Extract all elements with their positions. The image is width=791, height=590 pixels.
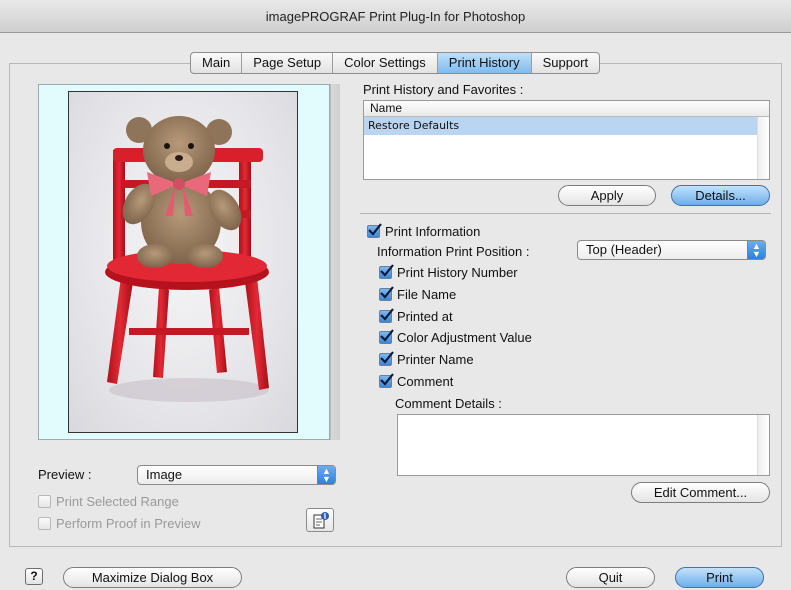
checkbox-box	[379, 264, 394, 279]
tab-color-settings[interactable]: Color Settings	[333, 53, 438, 73]
quit-button[interactable]: Quit	[566, 567, 655, 588]
history-column-name[interactable]: Name	[364, 101, 769, 117]
apply-button[interactable]: Apply	[558, 185, 656, 206]
details-button[interactable]: Details...	[671, 185, 770, 206]
option-label: Printer Name	[397, 352, 474, 367]
checkmark-icon	[380, 308, 394, 321]
preview-image	[68, 91, 298, 433]
checkmark-icon	[380, 264, 394, 277]
perform-proof-label: Perform Proof in Preview	[56, 516, 201, 531]
tab-support[interactable]: Support	[532, 53, 600, 73]
maximize-dialog-button[interactable]: Maximize Dialog Box	[63, 567, 242, 588]
preview-mode-select[interactable]: Image ▲ ▼	[137, 465, 336, 485]
history-row[interactable]: Restore Defaults	[364, 117, 769, 135]
checkbox-box	[367, 223, 382, 238]
history-scrollbar[interactable]	[757, 117, 769, 179]
print-info-preview-button[interactable]: i	[306, 508, 334, 532]
tab-bar: Main Page Setup Color Settings Print His…	[190, 52, 601, 74]
comment-details-field[interactable]	[397, 414, 770, 476]
checkmark-icon	[380, 351, 394, 364]
window-title: imagePROGRAF Print Plug-In for Photoshop	[0, 0, 791, 33]
position-value: Top (Header)	[586, 242, 662, 257]
document-info-icon: i	[313, 512, 329, 529]
history-list[interactable]: Name Restore Defaults	[363, 100, 770, 180]
option-printer-name[interactable]: Printer Name	[379, 351, 474, 367]
position-select[interactable]: Top (Header) ▲ ▼	[577, 240, 766, 260]
option-label: Print History Number	[397, 265, 518, 280]
print-selected-range-label: Print Selected Range	[56, 494, 179, 509]
select-arrows-icon: ▲ ▼	[317, 466, 335, 484]
preview-scroll-edge	[330, 84, 340, 440]
option-printed-at[interactable]: Printed at	[379, 308, 453, 324]
option-color-adjustment-value[interactable]: Color Adjustment Value	[379, 329, 532, 345]
checkmark-icon	[380, 329, 394, 342]
preview-mode-value: Image	[146, 467, 183, 482]
option-label: Printed at	[397, 309, 453, 324]
edit-comment-button[interactable]: Edit Comment...	[631, 482, 770, 503]
option-comment[interactable]: Comment	[379, 373, 454, 389]
print-information-label: Print Information	[385, 224, 481, 239]
option-label: Color Adjustment Value	[397, 330, 532, 345]
checkbox-box	[379, 286, 394, 301]
checkbox-box	[379, 351, 394, 366]
option-file-name[interactable]: File Name	[379, 286, 457, 302]
position-label: Information Print Position :	[377, 244, 530, 259]
checkmark-icon	[368, 223, 382, 236]
tab-main[interactable]: Main	[191, 53, 243, 73]
print-button[interactable]: Print	[675, 567, 764, 588]
dialog-window: imagePROGRAF Print Plug-In for Photoshop…	[0, 0, 791, 590]
checkbox-box	[379, 329, 394, 344]
select-arrows-icon: ▲ ▼	[747, 241, 765, 259]
tab-print-history[interactable]: Print History	[437, 53, 532, 73]
checkbox-box	[379, 373, 394, 388]
tab-page-setup[interactable]: Page Setup	[242, 53, 334, 73]
option-print-history-number[interactable]: Print History Number	[379, 264, 518, 280]
preview-label: Preview :	[38, 467, 92, 482]
option-label: Comment	[397, 374, 454, 389]
comment-scrollbar[interactable]	[757, 415, 769, 475]
perform-proof-checkbox[interactable]: Perform Proof in Preview	[38, 516, 201, 531]
print-information-checkbox[interactable]: Print Information	[367, 223, 481, 239]
svg-text:i: i	[324, 512, 327, 521]
teddy-bear-chair-image	[105, 116, 269, 402]
checkbox-box	[379, 308, 394, 323]
option-label: File Name	[397, 287, 457, 302]
section-divider	[360, 213, 771, 214]
help-button[interactable]: ?	[25, 568, 43, 585]
comment-details-label: Comment Details :	[395, 396, 502, 411]
checkmark-icon	[380, 286, 394, 299]
checkbox-box	[38, 495, 51, 508]
checkbox-box	[38, 517, 51, 530]
history-title: Print History and Favorites :	[363, 82, 524, 97]
print-selected-range-checkbox[interactable]: Print Selected Range	[38, 494, 179, 509]
checkmark-icon	[380, 373, 394, 386]
